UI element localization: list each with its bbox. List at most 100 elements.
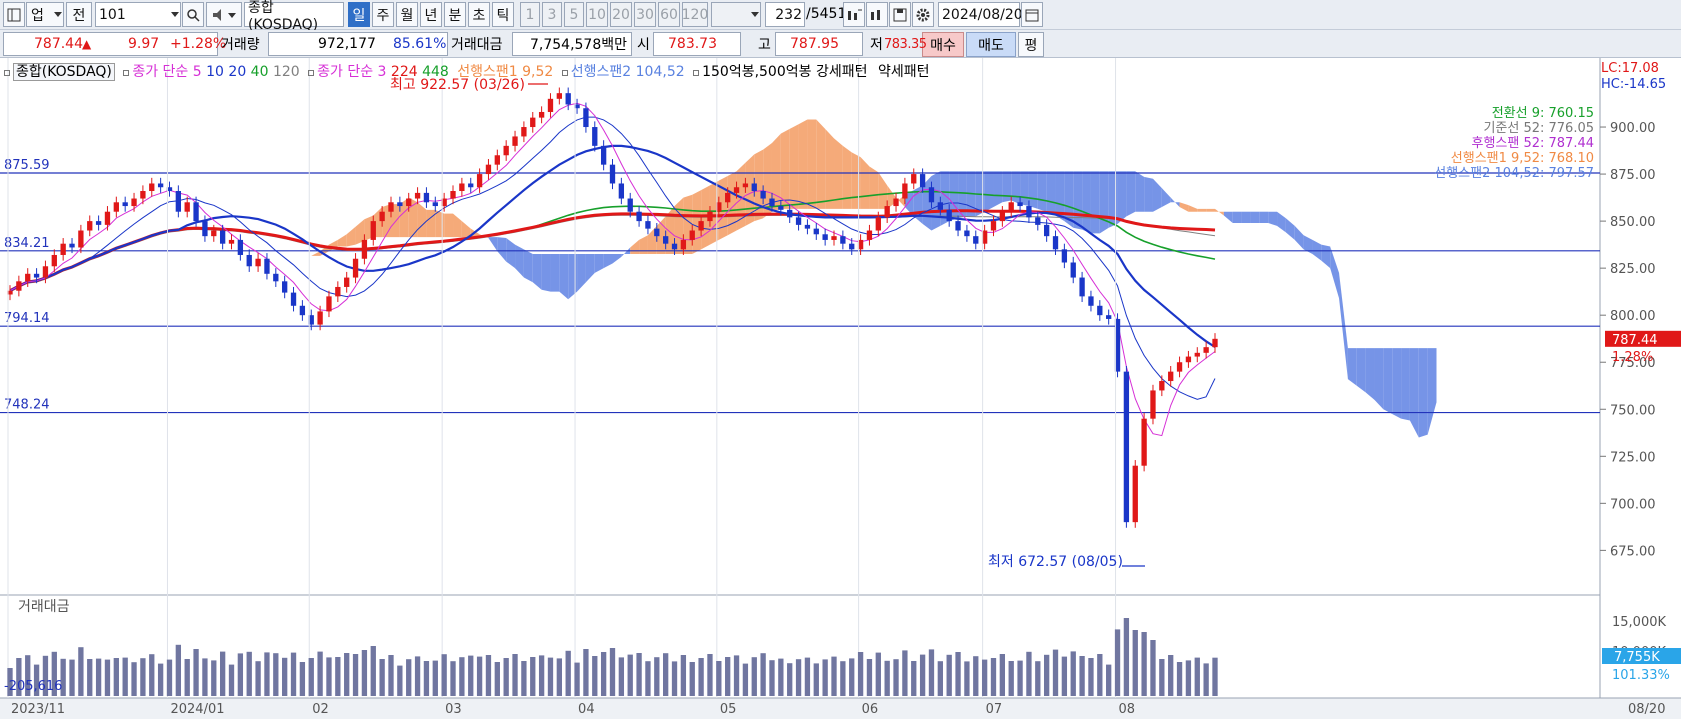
- volume-bar[interactable]: [157, 663, 164, 696]
- volume-bar[interactable]: [955, 652, 961, 696]
- volume-bar[interactable]: [273, 653, 279, 696]
- candle-body[interactable]: [583, 108, 589, 128]
- candle-body[interactable]: [370, 221, 376, 240]
- price-chart[interactable]: 875.59 834.21 794.14 748.24 2023/11 2024/01 0…: [0, 58, 1681, 719]
- candle-body[interactable]: [42, 266, 49, 278]
- candle-body[interactable]: [1168, 371, 1174, 382]
- period-button-5[interactable]: 초: [468, 2, 490, 27]
- volume-bar[interactable]: [1212, 657, 1218, 696]
- volume-bar[interactable]: [663, 653, 669, 696]
- candle-body[interactable]: [1203, 347, 1209, 353]
- candle-body[interactable]: [397, 202, 403, 207]
- settings-button[interactable]: [912, 2, 934, 27]
- volume-bar[interactable]: [680, 655, 687, 696]
- candle-body[interactable]: [840, 236, 846, 244]
- volume-bar[interactable]: [716, 661, 722, 696]
- volume-bar[interactable]: [1114, 629, 1121, 696]
- minute-button-5[interactable]: 5: [564, 2, 584, 27]
- volume-bar[interactable]: [1026, 651, 1032, 696]
- candle-body[interactable]: [698, 221, 704, 231]
- volume-bar[interactable]: [521, 661, 527, 696]
- candle-body[interactable]: [592, 127, 598, 146]
- volume-bar[interactable]: [308, 658, 314, 696]
- market-select[interactable]: 업: [26, 2, 64, 27]
- minute-button-30[interactable]: 30: [634, 2, 656, 27]
- period-button-4[interactable]: 분: [444, 2, 466, 27]
- candle-body[interactable]: [911, 174, 917, 184]
- volume-bar[interactable]: [538, 655, 545, 696]
- volume-bar[interactable]: [414, 656, 421, 696]
- candle-body[interactable]: [680, 239, 687, 250]
- candle-body[interactable]: [849, 243, 855, 250]
- candle-body[interactable]: [317, 311, 323, 325]
- volume-bar[interactable]: [264, 652, 270, 696]
- candle-body[interactable]: [884, 206, 890, 218]
- volume-bar[interactable]: [654, 657, 660, 696]
- volume-bar[interactable]: [122, 657, 128, 696]
- volume-bar[interactable]: [1141, 632, 1147, 696]
- candle-body[interactable]: [246, 254, 252, 267]
- candle-body[interactable]: [69, 243, 75, 248]
- volume-bar[interactable]: [1203, 663, 1209, 696]
- candle-body[interactable]: [494, 155, 500, 165]
- volume-bar[interactable]: [246, 651, 252, 696]
- volume-bar[interactable]: [113, 658, 119, 696]
- candle-body[interactable]: [822, 234, 828, 240]
- code-input[interactable]: 101: [95, 2, 181, 27]
- candle-body[interactable]: [1159, 381, 1165, 391]
- volume-bar[interactable]: [1008, 661, 1014, 696]
- candle-body[interactable]: [725, 192, 731, 203]
- candle-body[interactable]: [95, 221, 102, 225]
- minute-button-3[interactable]: 3: [542, 2, 562, 27]
- volume-bar[interactable]: [751, 657, 757, 696]
- volume-bar[interactable]: [441, 654, 447, 696]
- candle-body[interactable]: [530, 117, 536, 128]
- candle-body[interactable]: [282, 281, 288, 293]
- volume-bar[interactable]: [299, 662, 306, 696]
- candle-body[interactable]: [1079, 277, 1085, 297]
- legend-ma-period-5[interactable]: 5: [193, 64, 206, 80]
- volume-bar[interactable]: [592, 656, 598, 696]
- candle-body[interactable]: [1070, 262, 1076, 278]
- candle-body[interactable]: [1097, 305, 1103, 316]
- volume-bar[interactable]: [87, 659, 93, 696]
- volume-bar[interactable]: [893, 659, 899, 696]
- volume-bar[interactable]: [636, 653, 642, 696]
- eval-button[interactable]: 평: [1018, 32, 1044, 57]
- volume-bar[interactable]: [78, 647, 84, 696]
- volume-bar[interactable]: [184, 659, 190, 696]
- candle-body[interactable]: [760, 191, 766, 199]
- period-button-6[interactable]: 틱: [492, 2, 514, 27]
- volume-bar[interactable]: [397, 665, 403, 696]
- candle-body[interactable]: [149, 183, 155, 192]
- candle-body[interactable]: [769, 198, 775, 207]
- volume-bar[interactable]: [707, 654, 713, 696]
- volume-bar[interactable]: [645, 661, 651, 696]
- volume-bar[interactable]: [769, 660, 775, 696]
- volume-bar[interactable]: [804, 657, 811, 696]
- candle-body[interactable]: [831, 236, 837, 240]
- volume-bar[interactable]: [494, 662, 500, 696]
- candle-body[interactable]: [999, 211, 1006, 222]
- legend-span2[interactable]: 선행스팬2 104,52: [571, 64, 685, 80]
- volume-bar[interactable]: [1079, 656, 1085, 696]
- candle-body[interactable]: [423, 192, 430, 203]
- candle-body[interactable]: [902, 183, 908, 199]
- volume-bar[interactable]: [450, 661, 456, 696]
- candle-body[interactable]: [157, 183, 164, 188]
- volume-bar[interactable]: [902, 650, 908, 696]
- candle-body[interactable]: [733, 187, 740, 193]
- minute-button-10[interactable]: 10: [586, 2, 608, 27]
- volume-bar[interactable]: [237, 653, 244, 696]
- candle-body[interactable]: [476, 174, 483, 188]
- volume-bar[interactable]: [787, 663, 793, 696]
- candle-body[interactable]: [202, 221, 208, 237]
- index-name-field[interactable]: 종합(KOSDAQ): [244, 0, 344, 33]
- candle-body[interactable]: [671, 243, 678, 250]
- volume-bar[interactable]: [849, 658, 855, 696]
- candle-body[interactable]: [219, 230, 226, 244]
- volume-bar[interactable]: [379, 659, 385, 696]
- layout-icon[interactable]: [3, 2, 25, 27]
- candle-body[interactable]: [60, 243, 66, 255]
- minute-button-60[interactable]: 60: [658, 2, 680, 27]
